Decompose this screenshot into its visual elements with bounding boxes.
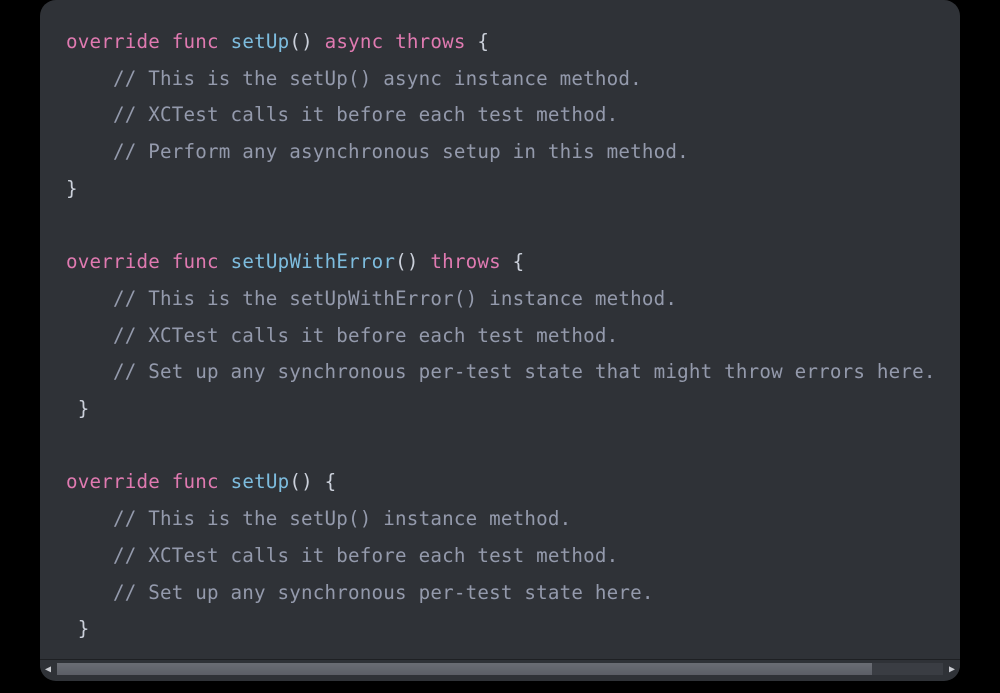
code-line: override func setUp() async throws {	[66, 24, 960, 61]
code-line: // XCTest calls it before each test meth…	[66, 538, 960, 575]
whitespace-token	[160, 30, 172, 53]
code-line: // XCTest calls it before each test meth…	[66, 318, 960, 355]
override-token: override	[66, 30, 160, 53]
whitespace-token	[219, 30, 231, 53]
override-token: override	[66, 470, 160, 493]
comment-token: // This is the setUp() instance method.	[113, 507, 571, 530]
comment-token: // This is the setUp() async instance me…	[113, 67, 642, 90]
throws-token: throws	[395, 30, 466, 53]
whitespace-token	[313, 30, 325, 53]
whitespace-token	[501, 250, 513, 273]
comment-token: // This is the setUpWithError() instance…	[113, 287, 677, 310]
code-line: }	[66, 171, 960, 208]
comment-token: // Set up any synchronous per-test state…	[113, 360, 936, 383]
name-token: setUp	[231, 470, 290, 493]
whitespace-token	[66, 360, 113, 383]
whitespace-token	[219, 250, 231, 273]
whitespace-token	[66, 287, 113, 310]
func-token: func	[172, 470, 219, 493]
comment-token: // XCTest calls it before each test meth…	[113, 103, 618, 126]
throws-token: throws	[430, 250, 501, 273]
whitespace-token	[219, 470, 231, 493]
code-line: // Perform any asynchronous setup in thi…	[66, 134, 960, 171]
name-token: setUp	[231, 30, 290, 53]
whitespace-token	[66, 397, 78, 420]
code-line: override func setUp() {	[66, 464, 960, 501]
code-line: }	[66, 391, 960, 428]
whitespace-token	[419, 250, 431, 273]
code-block: override func setUp() async throws { // …	[40, 0, 960, 681]
code-line: // Set up any synchronous per-test state…	[66, 354, 960, 391]
punct-token: }	[66, 177, 78, 200]
punct-token: }	[78, 397, 90, 420]
whitespace-token	[66, 103, 113, 126]
comment-token: // Set up any synchronous per-test state…	[113, 581, 654, 604]
name-token: setUpWithError	[231, 250, 396, 273]
punct-token: ()	[289, 470, 313, 493]
punct-token: ()	[395, 250, 419, 273]
comment-token: // XCTest calls it before each test meth…	[113, 544, 618, 567]
punct-token: {	[513, 250, 525, 273]
func-token: func	[172, 250, 219, 273]
scrollbar-track[interactable]	[57, 663, 943, 675]
comment-token: // XCTest calls it before each test meth…	[113, 324, 618, 347]
scroll-right-arrow-icon[interactable]: ▶	[944, 661, 960, 677]
whitespace-token	[160, 470, 172, 493]
punct-token: {	[325, 470, 337, 493]
code-line: // This is the setUp() async instance me…	[66, 61, 960, 98]
scrollbar-thumb[interactable]	[57, 663, 872, 675]
whitespace-token	[66, 67, 113, 90]
punct-token: }	[78, 617, 90, 640]
comment-token: // Perform any asynchronous setup in thi…	[113, 140, 689, 163]
whitespace-token	[383, 30, 395, 53]
whitespace-token	[66, 544, 113, 567]
whitespace-token	[466, 30, 478, 53]
code-line: // Set up any synchronous per-test state…	[66, 575, 960, 612]
code-line: override func setUpWithError() throws {	[66, 244, 960, 281]
code-area[interactable]: override func setUp() async throws { // …	[40, 0, 960, 657]
whitespace-token	[313, 470, 325, 493]
whitespace-token	[66, 324, 113, 347]
whitespace-token	[66, 507, 113, 530]
blank-line	[66, 208, 960, 245]
punct-token: ()	[289, 30, 313, 53]
scroll-left-arrow-icon[interactable]: ◀	[40, 661, 56, 677]
async-token: async	[325, 30, 384, 53]
code-line: // XCTest calls it before each test meth…	[66, 97, 960, 134]
horizontal-scrollbar[interactable]: ◀ ▶	[40, 659, 960, 678]
code-line: }	[66, 611, 960, 648]
whitespace-token	[160, 250, 172, 273]
blank-line	[66, 428, 960, 465]
whitespace-token	[66, 617, 78, 640]
override-token: override	[66, 250, 160, 273]
code-line: // This is the setUp() instance method.	[66, 501, 960, 538]
func-token: func	[172, 30, 219, 53]
whitespace-token	[66, 581, 113, 604]
whitespace-token	[66, 140, 113, 163]
code-line: // This is the setUpWithError() instance…	[66, 281, 960, 318]
punct-token: {	[477, 30, 489, 53]
